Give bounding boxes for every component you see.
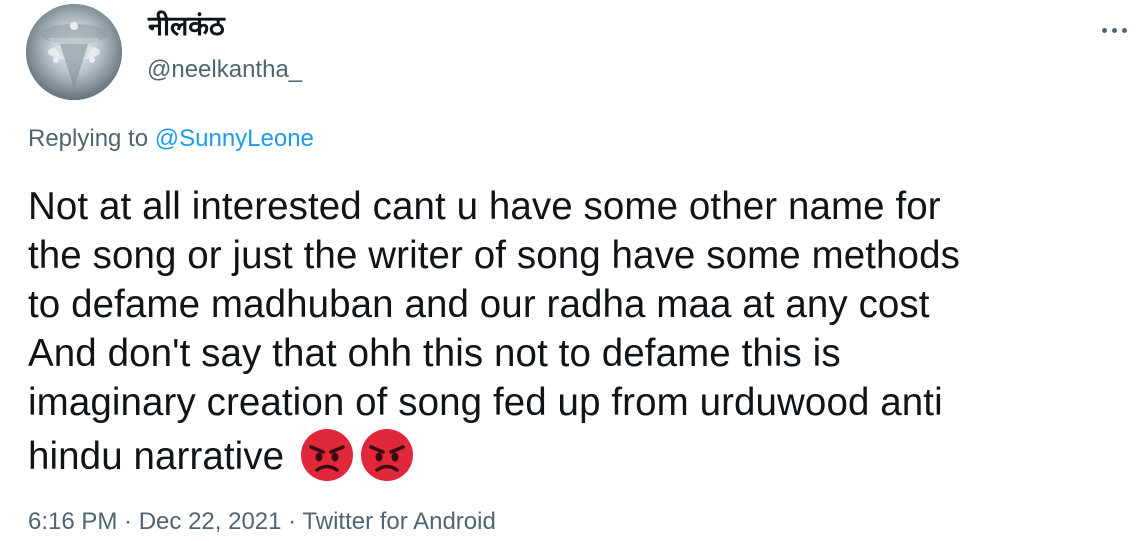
- replying-to-label: Replying to: [28, 125, 155, 152]
- tweet-text-line: And don't say that ohh this not to defam…: [28, 332, 841, 375]
- angry-face-icon: [300, 429, 353, 481]
- display-name[interactable]: नीलकंठ: [148, 10, 225, 44]
- avatar[interactable]: [26, 4, 122, 100]
- more-horizontal-icon: [1101, 27, 1107, 33]
- tweet-text-line: Not at all interested cant u have some o…: [28, 185, 941, 228]
- meta-separator: ·: [281, 508, 303, 535]
- reply-mention-link[interactable]: @SunnyLeone: [155, 125, 314, 152]
- tweet-date[interactable]: Dec 22, 2021: [139, 508, 282, 535]
- angry-face-icon: [360, 429, 413, 481]
- tweet-metadata: 6:16 PM · Dec 22, 2021 · Twitter for And…: [28, 507, 496, 537]
- more-horizontal-icon: [1111, 27, 1117, 33]
- user-handle[interactable]: @neelkantha_: [147, 55, 302, 85]
- tweet-text-line: the song or just the writer of song have…: [28, 234, 960, 277]
- tweet-text-last-line: hindu narrative: [28, 427, 1128, 483]
- tweet-text-line: to defame madhuban and our radha maa at …: [28, 283, 930, 326]
- tweet-time[interactable]: 6:16 PM: [28, 508, 117, 535]
- replying-to: Replying to @SunnyLeone: [28, 124, 314, 154]
- tweet-source-link[interactable]: Twitter for Android: [302, 508, 495, 535]
- tweet-text-line: imaginary creation of song fed up from u…: [28, 381, 943, 424]
- more-options-button[interactable]: [1096, 16, 1132, 44]
- meta-separator: ·: [117, 508, 139, 535]
- avatar-image: [26, 4, 122, 100]
- more-horizontal-icon: [1121, 27, 1127, 33]
- tweet-text-line: hindu narrative: [28, 435, 285, 478]
- tweet-text: Not at all interested cant u have some o…: [28, 182, 1128, 483]
